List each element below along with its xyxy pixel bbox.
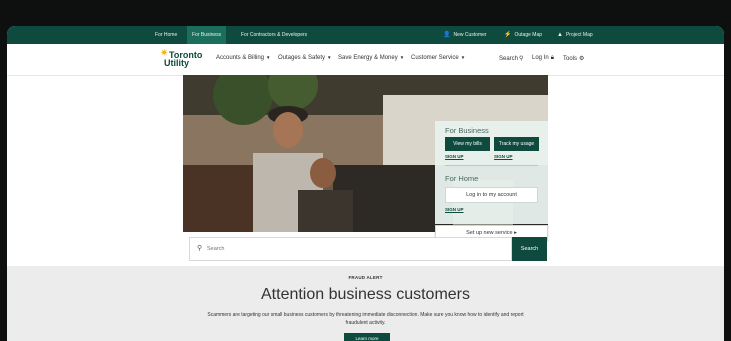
new-customer-link[interactable]: 👤 New Customer [438, 26, 492, 44]
project-map-link[interactable]: ▲ Project Map [552, 26, 598, 44]
tab-for-business[interactable]: For Business [187, 26, 227, 44]
outage-map-link[interactable]: ⚡ Outage Map [499, 26, 547, 44]
fraud-alert-label: FRAUD ALERT [348, 275, 383, 280]
learn-more-button[interactable]: Learn more [344, 333, 390, 341]
nav-search[interactable]: Search⚲ [499, 55, 523, 62]
logo-line2: Utility [164, 58, 190, 68]
browser-page: For Home For Business For Contractors & … [7, 26, 724, 341]
account-quick-links-card: For Business View my bills Track my usag… [435, 121, 548, 224]
search-icon: ⚲ [519, 56, 524, 62]
for-business-heading: For Business [445, 126, 489, 135]
fraud-headline: Attention business customers [261, 286, 470, 303]
chevron-down-icon: ▼ [460, 55, 466, 60]
fraud-body-text: Scammers are targeting our small busines… [207, 312, 524, 326]
nav-login[interactable]: Log In 🔒︎ [532, 55, 554, 62]
audience-bar: For Home For Business For Contractors & … [7, 26, 724, 44]
nav-save-energy[interactable]: Save Energy & Money ▼ [338, 55, 404, 61]
main-navigation: ✷ Toronto Utility Accounts & Billing ▼ Ou… [7, 44, 724, 76]
nav-search-label: Search [499, 56, 519, 62]
nav-tools[interactable]: Tools ⚙ [563, 55, 584, 62]
sign-up-link[interactable]: SIGN UP [445, 207, 464, 212]
outage-bolt-icon: ⚡ [504, 32, 512, 38]
view-bills-button[interactable]: View my bills [445, 137, 490, 151]
nav-tools-label: Tools [563, 56, 578, 62]
chevron-down-icon: ▼ [266, 55, 271, 60]
nav-accounts-billing-label: Accounts & Billing [216, 55, 265, 61]
for-home-heading: For Home [445, 174, 479, 183]
nav-outages-safety-label: Outages & Safety [278, 55, 326, 61]
search-icon: ⚲ [197, 245, 203, 252]
nav-accounts-billing[interactable]: Accounts & Billing ▼ [216, 55, 271, 61]
search-input[interactable] [207, 241, 497, 257]
nav-save-energy-label: Save Energy & Money [338, 55, 398, 61]
toronto-utility-logo[interactable]: ✷ Toronto Utility [160, 48, 210, 72]
project-map-icon: ▲ [557, 32, 563, 38]
gear-icon: ⚙ [579, 56, 585, 62]
new-customer-icon: 👤 [443, 32, 451, 38]
nav-outages-safety[interactable]: Outages & Safety ▼ [278, 55, 332, 61]
fraud-alert-section: FRAUD ALERT Attention business customers… [7, 266, 724, 341]
card-divider [445, 165, 538, 166]
login-account-button[interactable]: Log in to my account [445, 187, 538, 203]
sign-up-link[interactable]: SIGN UP [494, 154, 513, 159]
chevron-down-icon: ▼ [327, 55, 332, 60]
project-map-label: Project Map [565, 32, 593, 38]
search-bar: ⚲ [189, 237, 512, 261]
nav-login-label: Log In [532, 55, 549, 61]
tab-for-contractors[interactable]: For Contractors & Developers [236, 26, 312, 44]
lock-icon: 🔒︎ [550, 55, 554, 61]
search-button[interactable]: Search [512, 237, 547, 261]
new-customer-label: New Customer [453, 32, 487, 38]
nav-customer-service[interactable]: Customer Service ▼ [411, 55, 465, 61]
sign-up-link[interactable]: SIGN UP [445, 154, 464, 159]
nav-customer-service-label: Customer Service [411, 55, 459, 61]
chevron-down-icon: ▼ [399, 55, 405, 60]
track-usage-button[interactable]: Track my usage [494, 137, 539, 151]
outage-map-label: Outage Map [514, 32, 543, 38]
tab-for-home[interactable]: For Home [150, 26, 182, 44]
